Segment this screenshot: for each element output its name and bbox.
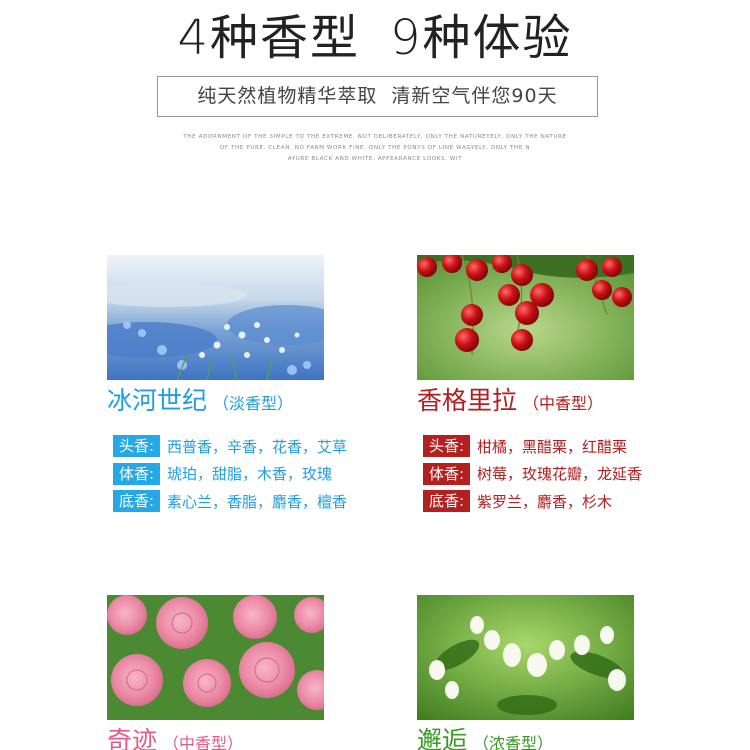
note-row-base: 底香: 紫罗兰，麝香，杉木 xyxy=(423,490,723,512)
note-value: 紫罗兰，麝香，杉木 xyxy=(477,492,613,511)
note-tag: 头香: xyxy=(423,435,470,457)
note-value: 琥珀，甜脂，木香，玫瑰 xyxy=(167,465,333,483)
blue-flower-field-photo xyxy=(107,255,324,380)
note-tag: 底香: xyxy=(423,490,470,512)
note-row-top: 头香: 柑橘，黑醋栗，红醋栗 xyxy=(423,435,723,457)
fine-print-line: THE ADORNMENT OF THE SIMPLE TO THE EXTRE… xyxy=(183,134,567,140)
fine-print-line: OF THE PURE. CLEAN. NO FARM WORK FINE. O… xyxy=(219,145,531,151)
note-tag: 底香: xyxy=(113,490,160,512)
scent-name-text: 冰河世纪 xyxy=(107,386,208,415)
notes-list-xianggelila: 头香: 柑橘，黑醋栗，红醋栗 体香: 树莓，玫瑰花瓣，龙延香 底香: 紫罗兰，麝… xyxy=(423,435,723,518)
note-row-top: 头香: 西普香，辛香，花香，艾草 xyxy=(113,435,413,457)
note-tag: 体香: xyxy=(423,462,470,485)
page-title: 4种香型 9种体验 xyxy=(0,8,750,68)
scent-type: （中香型） xyxy=(523,394,604,413)
scent-name-text: 奇迹 xyxy=(107,726,158,750)
subtitle-box: 纯天然植物精华萃取 清新空气伴您90天 xyxy=(157,76,598,117)
red-currant-photo xyxy=(417,255,634,380)
jasmine-photo xyxy=(417,595,634,720)
note-row-base: 底香: 素心兰，香脂，麝香，檀香 xyxy=(113,490,413,512)
note-row-middle: 体香: 琥珀，甜脂，木香，玫瑰 xyxy=(113,462,413,485)
scent-name-text: 香格里拉 xyxy=(417,386,518,415)
pink-rose-photo xyxy=(107,595,324,720)
note-tag: 头香: xyxy=(113,435,160,457)
note-value: 树莓，玫瑰花瓣，龙延香 xyxy=(477,465,643,483)
headline-left: 4种香型 xyxy=(177,10,360,66)
fine-print: THE ADORNMENT OF THE SIMPLE TO THE EXTRE… xyxy=(150,132,600,165)
subtitle-right: 清新空气伴您90天 xyxy=(391,85,558,107)
note-value: 西普香，辛香，花香，艾草 xyxy=(167,437,348,456)
scent-name-text: 邂逅 xyxy=(417,726,468,750)
scent-type: （浓香型） xyxy=(473,734,554,750)
note-tag: 体香: xyxy=(113,462,160,485)
scent-type: （中香型） xyxy=(163,734,244,750)
scent-name-xianggelila: 香格里拉 （中香型） xyxy=(417,386,603,419)
headline-right: 9种体验 xyxy=(390,10,573,66)
scent-name-qiji: 奇迹 （中香型） xyxy=(107,726,243,750)
note-value: 柑橘，黑醋栗，红醋栗 xyxy=(477,437,628,456)
subtitle-left: 纯天然植物精华萃取 xyxy=(197,85,378,107)
scent-type: （淡香型） xyxy=(213,394,294,413)
fine-print-line: AYURE BLACK AND WHITE. APPEARANCE LOOKS.… xyxy=(287,156,463,162)
note-row-middle: 体香: 树莓，玫瑰花瓣，龙延香 xyxy=(423,462,723,485)
scent-name-xiehou: 邂逅 （浓香型） xyxy=(417,726,553,750)
note-value: 素心兰，香脂，麝香，檀香 xyxy=(167,492,348,511)
scent-name-bingheshiji: 冰河世纪 （淡香型） xyxy=(107,386,293,419)
notes-list-bingheshiji: 头香: 西普香，辛香，花香，艾草 体香: 琥珀，甜脂，木香，玫瑰 底香: 素心兰… xyxy=(113,435,413,518)
